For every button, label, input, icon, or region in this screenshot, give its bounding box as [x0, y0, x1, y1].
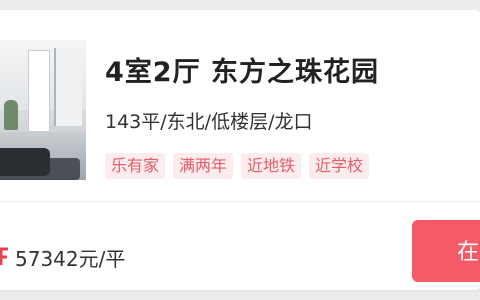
- listing-details: 143平/东北/低楼层/龙口: [105, 111, 313, 133]
- listing-card[interactable]: 4室2厅 东方之珠花园 143平/东北/低楼层/龙口 乐有家 满两年 近地铁 近…: [0, 10, 480, 290]
- thumbnail-door: [28, 50, 50, 132]
- tag: 满两年: [173, 153, 234, 179]
- divider: [0, 201, 480, 202]
- unit-price: 57342元/平: [15, 247, 126, 271]
- online-consult-button[interactable]: 在线: [412, 220, 480, 282]
- thumbnail-sofa: [0, 148, 50, 176]
- tag: 近地铁: [241, 153, 302, 179]
- listing-tags: 乐有家 满两年 近地铁 近学校: [105, 153, 370, 179]
- listing-thumbnail[interactable]: [0, 40, 86, 180]
- thumbnail-plant: [4, 100, 18, 130]
- price-badge-icon-svg: [0, 247, 8, 265]
- listing-title[interactable]: 4室2厅 东方之珠花园: [105, 50, 379, 89]
- thumbnail-panel: [54, 48, 82, 126]
- tag: 近学校: [309, 153, 370, 179]
- price-badge-icon: [0, 235, 10, 275]
- tag: 乐有家: [105, 153, 166, 179]
